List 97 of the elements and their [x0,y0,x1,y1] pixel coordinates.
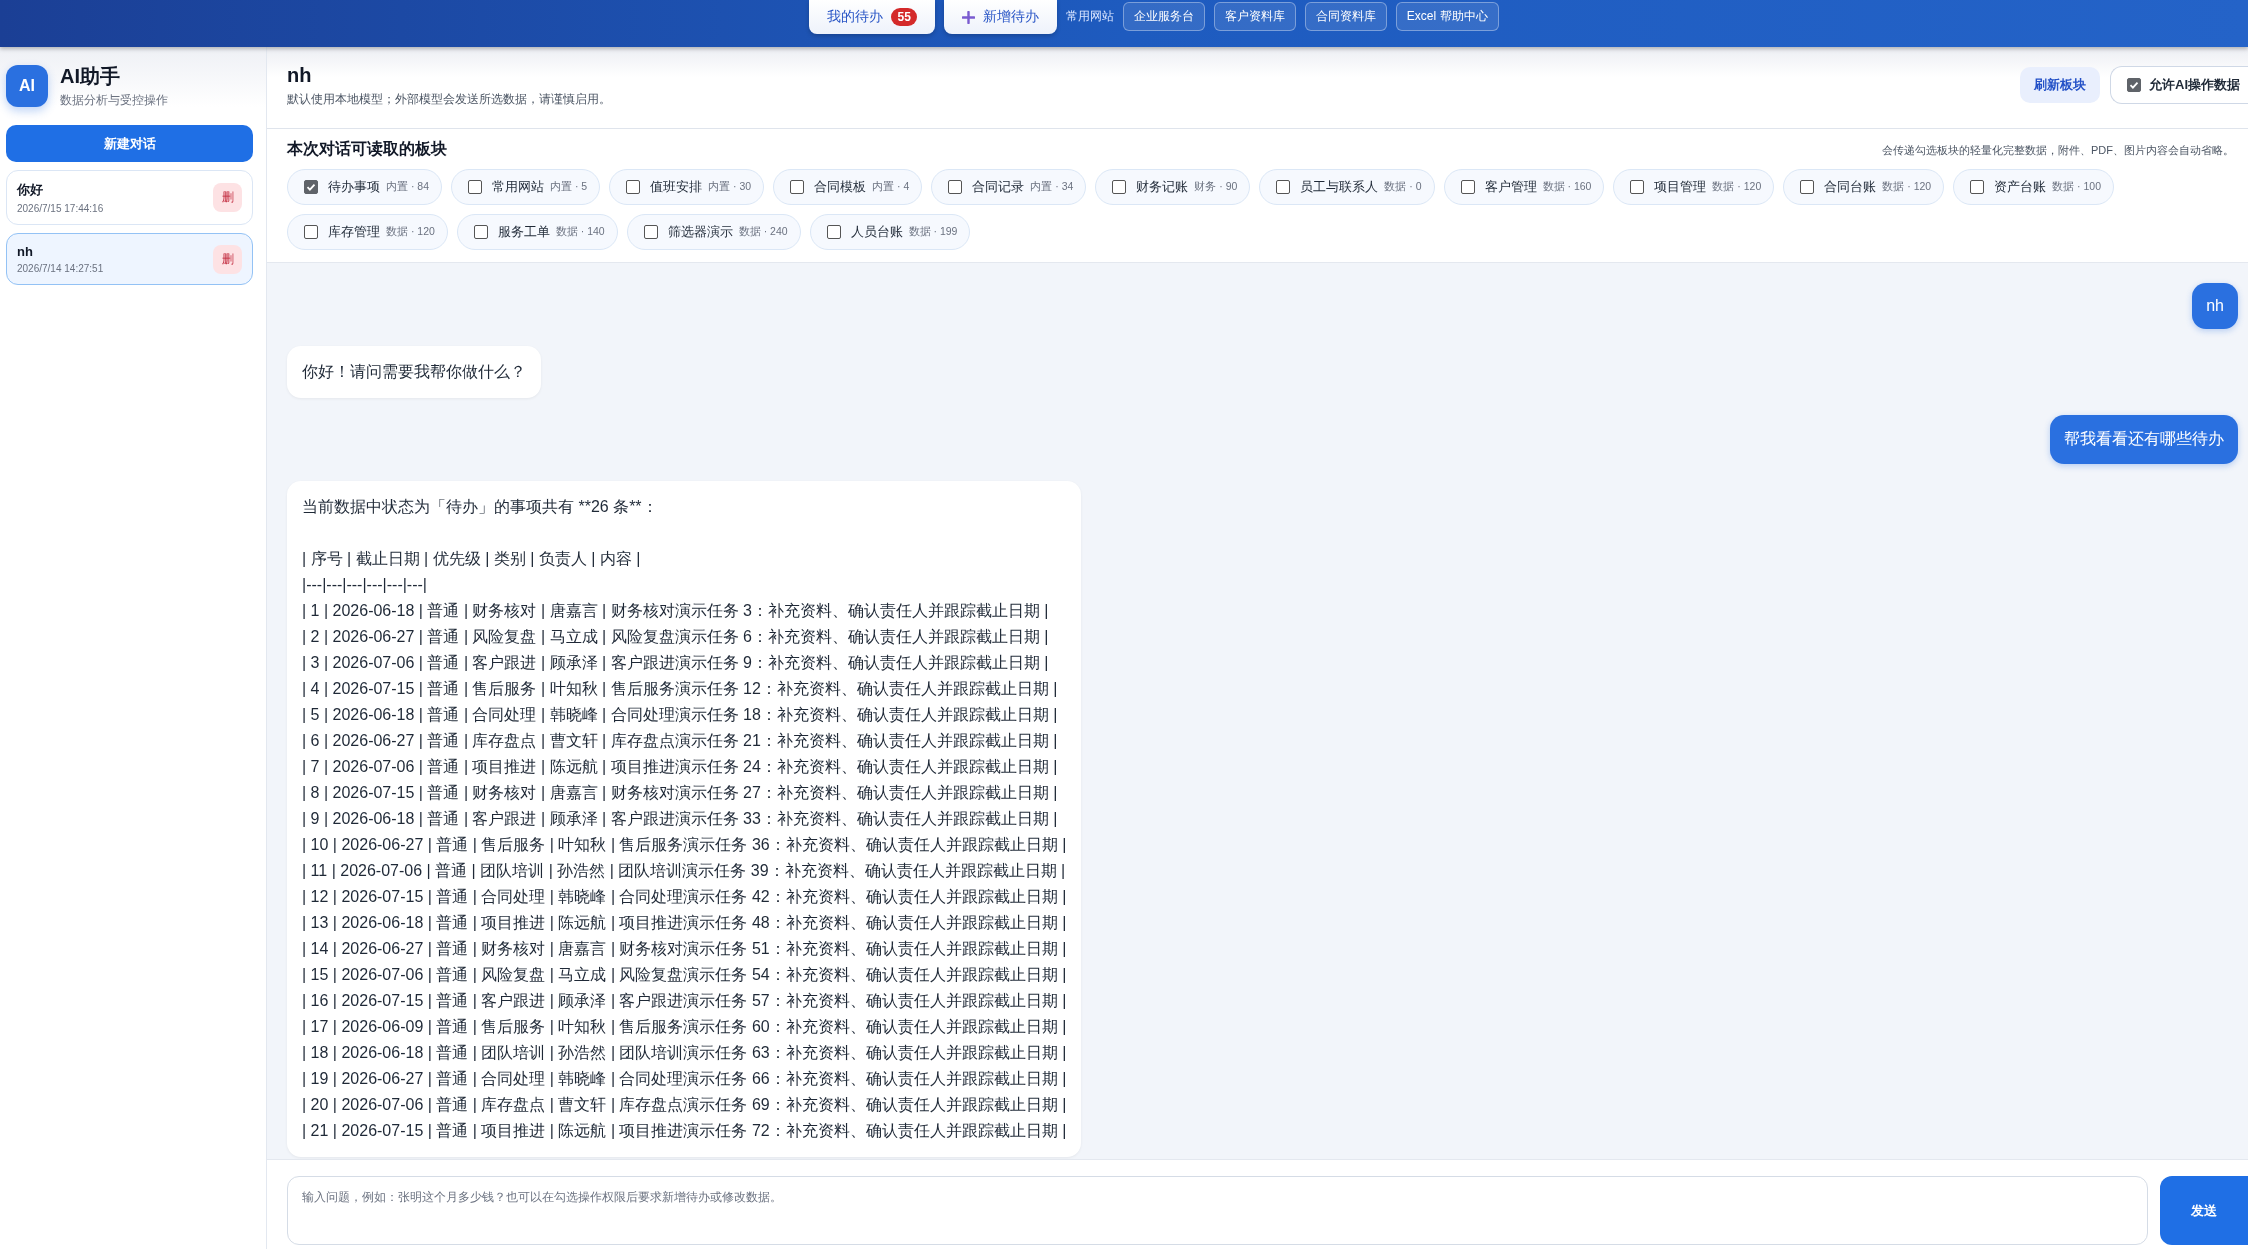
chip-meta: 数据 · 120 [386,225,435,239]
chip-label: 合同记录 [972,178,1025,196]
checkbox[interactable] [1970,180,1985,194]
conversation-item[interactable]: nh 2026/7/14 14:27:51 删 [6,233,253,285]
block-chip[interactable]: 服务工单 数据 · 140 [456,214,618,250]
chip-label: 项目管理 [1654,178,1707,196]
toggle-label: 允许AI操作数据 [2149,76,2240,94]
count-badge: 55 [891,8,917,26]
block-chip[interactable]: 客户管理 数据 · 160 [1443,169,1605,205]
checkbox[interactable] [948,180,963,194]
chip-meta: 数据 · 100 [2052,180,2101,194]
checkbox[interactable] [626,180,641,194]
conversation-time: 2026/7/15 17:44:16 [17,203,104,214]
chip-label: 值班安排 [650,178,703,196]
chip-meta: 数据 · 120 [1882,180,1932,194]
message-input[interactable]: 输入问题，例如：张明这个月多少钱？也可以在勾选操作权限后要求新增待办或修改数据。 [287,1176,2148,1245]
chip-label: 待办事项 [328,178,380,196]
chip-meta: 数据 · 199 [908,225,958,239]
chat-title: nh [287,64,313,87]
block-chip[interactable]: 合同记录 内置 · 34 [931,169,1087,205]
checkbox[interactable] [1112,180,1127,194]
todo-tab[interactable]: 我的待办 55 [809,0,935,34]
site-link[interactable]: 客户资料库 [1213,2,1296,31]
checkbox[interactable] [1800,180,1815,194]
chip-meta: 内置 · 84 [386,180,429,194]
chip-meta: 数据 · 240 [738,225,788,239]
chat-subtitle: 默认使用本地模型；外部模型会发送所选数据，请谨慎启用。 [287,91,611,108]
assistant-message: 当前数据中状态为「待办」的事项共有 **26 条**： | 序号 | 截止日期 | 优先级 | 类别 | 负责人 | 内容 | |---|---|---|---|---|---| | 1 | 2026-06-18 | 普通 | 财务核对 | 唐嘉言 | 财务核对演示任务 3：补充资料、确认责任人并跟踪截止日期 | | 2 | 2026-06-27 | 普通 | 风险复盘 | 马立成 | 风险复盘演示任务 6：补充资料、确认责任人并跟踪截止日期 | | 3 | 2026-07-06 | 普通 | 客户跟进 | 顾承泽 | 客户跟进演示任务 9：补充资料、确认责任人并跟踪截止日期 | | 4 | 2026-07-15 | 普通 | 售后服务 | 叶知秋 | 售后服务演示任务 12：补充资料、确认责任人并跟踪截止日期 | | 5 | 2026-06-18 | 普通 | 合同处理 | 韩晓峰 | 合同处理演示任务 18：补充资料、确认责任人并跟踪截止日期 | | 6 | 2026-06-27 | 普通 | 库存盘点 | 曹文轩 | 库存盘点演示任务 21：补充资料、确认责任人并跟踪截止日期 | | 7 | 2026-07-06 | 普通 | 项目推进 | 陈远航 | 项目推进演示任务 24：补充资料、确认责任人并跟踪截止日期 | | 8 | 2026-07-15 | 普通 | 财务核对 | 唐嘉言 | 财务核对演示任务 27：补充资料、确认责任人并跟踪截止日期 | | 9 | 2026-06-18 | 普通 | 客户跟进 | 顾承泽 | 客户跟进演示任务 33：补充资料、确认责任人并跟踪截止日期 | | 10 | 2026-06-27 | 普通 | 售后服务 | 叶知秋 | 售后服务演示任务 36：补充资料、确认责任人并跟踪截止日期 | | 11 | 2026-07-06 | 普通 | 团队培训 | 孙浩然 | 团队培训演示任务 39：补充资料、确认责任人并跟踪截止日期 | | 12 | 2026-07-15 | 普通 | 合同处理 | 韩晓峰 | 合同处理演示任务 42：补充资料、确认责任人并跟踪截止日期 | | 13 | 2026-06-18 | 普通 | 项目推进 | 陈远航 | 项目推进演示任务 48：补充资料、确认责任人并跟踪截止日期 | | 14 | 2026-06-27 | 普通 | 财务核对 | 唐嘉言 | 财务核对演示任务 51：补充资料、确认责任人并跟踪截止日期 | | 15 | 2026-07-06 | 普通 | 风险复盘 | 马立成 | 风险复盘演示任务 54：补充资料、确认责任人并跟踪截止日期 | | 16 | 2026-07-15 | 普通 | 客户跟进 | 顾承泽 | 客户跟进演示任务 57：补充资料、确认责任人并跟踪截止日期 | | 17 | 2026-06-09 | 普通 | 售后服务 | 叶知秋 | 售后服务演示任务 60：补充资料、确认责任人并跟踪截止日期 | | 18 | 2026-06-18 | 普通 | 团队培训 | 孙浩然 | 团队培训演示任务 63：补充资料、确认责任人并跟踪截止日期 | | 19 | 2026-06-27 | 普通 | 合同处理 | 韩晓峰 | 合同处理演示任务 66：补充资料、确认责任人并跟踪截止日期 | | 20 | 2026-07-06 | 普通 | 库存盘点 | 曹文轩 | 库存盘点演示任务 69：补充资料、确认责任人并跟踪截止日期 | | 21 | 2026-07-15 | 普通 | 项目推进 | 陈远航 | 项目推进演示任务 72：补充资料、确认责任人并跟踪截止日期 | [287,481,1082,1157]
links-label: 常用网站 [1065,8,1114,25]
block-chip[interactable]: 常用网站 内置 · 5 [451,169,601,205]
conversation-title: nh [17,244,34,259]
checkbox[interactable] [1276,180,1291,194]
checkbox[interactable] [1460,180,1475,194]
chip-label: 财务记账 [1136,178,1189,196]
logo: AI [6,65,48,107]
chip-label: 库存管理 [328,223,380,241]
site-link[interactable]: Excel 帮助中心 [1395,2,1499,31]
checkbox[interactable] [468,180,482,194]
new-chat-button[interactable]: 新建对话 [6,125,253,162]
delete-button[interactable]: 删 [213,244,242,274]
allow-ai-toggle[interactable]: 允许AI操作数据 [2110,66,2248,104]
checkbox[interactable] [473,225,488,239]
conversation-item[interactable]: 你好 2026/7/15 17:44:16 删 [6,170,253,225]
user-message: nh [2192,283,2238,329]
check-icon [305,181,317,193]
block-chip[interactable]: 财务记账 财务 · 90 [1095,169,1251,205]
checkbox[interactable] [790,180,805,194]
checkbox[interactable] [1630,180,1645,194]
chip-meta: 数据 · 120 [1712,180,1762,194]
site-link[interactable]: 合同资料库 [1304,2,1387,31]
add-todo-tab[interactable]: 新增待办 [943,0,1057,34]
chip-meta: 内置 · 30 [708,180,752,194]
section-title: 本次对话可读取的板块 [287,139,447,159]
check-icon [2128,79,2140,91]
section-note: 会传递勾选板块的轻量化完整数据，附件、PDF、图片内容会自动省略。 [1882,143,2234,158]
chip-label: 筛选器演示 [667,223,733,241]
block-chip[interactable]: 资产台账 数据 · 100 [1953,169,2114,205]
chip-label: 常用网站 [492,178,544,196]
checkbox[interactable] [826,225,841,239]
checkbox[interactable] [304,180,318,194]
block-chip[interactable]: 筛选器演示 数据 · 240 [626,214,801,250]
block-chip[interactable]: 待办事项 内置 · 84 [287,169,442,205]
checkbox[interactable] [643,225,658,239]
user-message: 帮我看看还有哪些待办 [2050,415,2238,464]
block-chip[interactable]: 员工与联系人 数据 · 0 [1259,169,1435,205]
chip-meta: 数据 · 0 [1384,180,1422,194]
checkbox[interactable] [304,225,318,239]
checkbox[interactable] [2127,78,2141,92]
chip-meta: 数据 · 160 [1542,180,1592,194]
block-chip[interactable]: 值班安排 内置 · 30 [609,169,765,205]
chip-label: 服务工单 [497,223,550,241]
chip-meta: 内置 · 34 [1030,180,1074,194]
send-button[interactable]: 发送 [2160,1176,2248,1245]
chip-label: 员工与联系人 [1300,178,1379,196]
delete-button[interactable]: 删 [213,183,242,212]
conversation-time: 2026/7/14 14:27:51 [17,263,104,274]
app-title: AI助手 [60,64,121,89]
chip-meta: 内置 · 4 [872,180,910,194]
site-link[interactable]: 企业服务台 [1122,2,1205,31]
conversation-title: 你好 [17,181,44,199]
chip-meta: 内置 · 5 [550,180,588,194]
chip-meta: 财务 · 90 [1194,180,1238,194]
chip-label: 客户管理 [1484,178,1537,196]
block-chip[interactable]: 项目管理 数据 · 120 [1613,169,1775,205]
block-chip[interactable]: 库存管理 数据 · 120 [287,214,448,250]
assistant-message: 你好！请问需要我帮你做什么？ [287,346,541,398]
chip-label: 合同台账 [1824,178,1877,196]
chip-label: 资产台账 [1994,178,2047,196]
chip-label: 人员台账 [850,223,903,241]
chip-meta: 数据 · 140 [555,225,605,239]
chip-label: 合同模板 [814,178,867,196]
plus-icon [961,10,975,24]
block-chip[interactable]: 合同台账 数据 · 120 [1783,169,1945,205]
block-chip[interactable]: 人员台账 数据 · 199 [809,214,971,250]
block-chip[interactable]: 合同模板 内置 · 4 [773,169,923,205]
app-subtitle: 数据分析与受控操作 [60,92,168,109]
refresh-button[interactable]: 刷新板块 [2020,67,2100,103]
